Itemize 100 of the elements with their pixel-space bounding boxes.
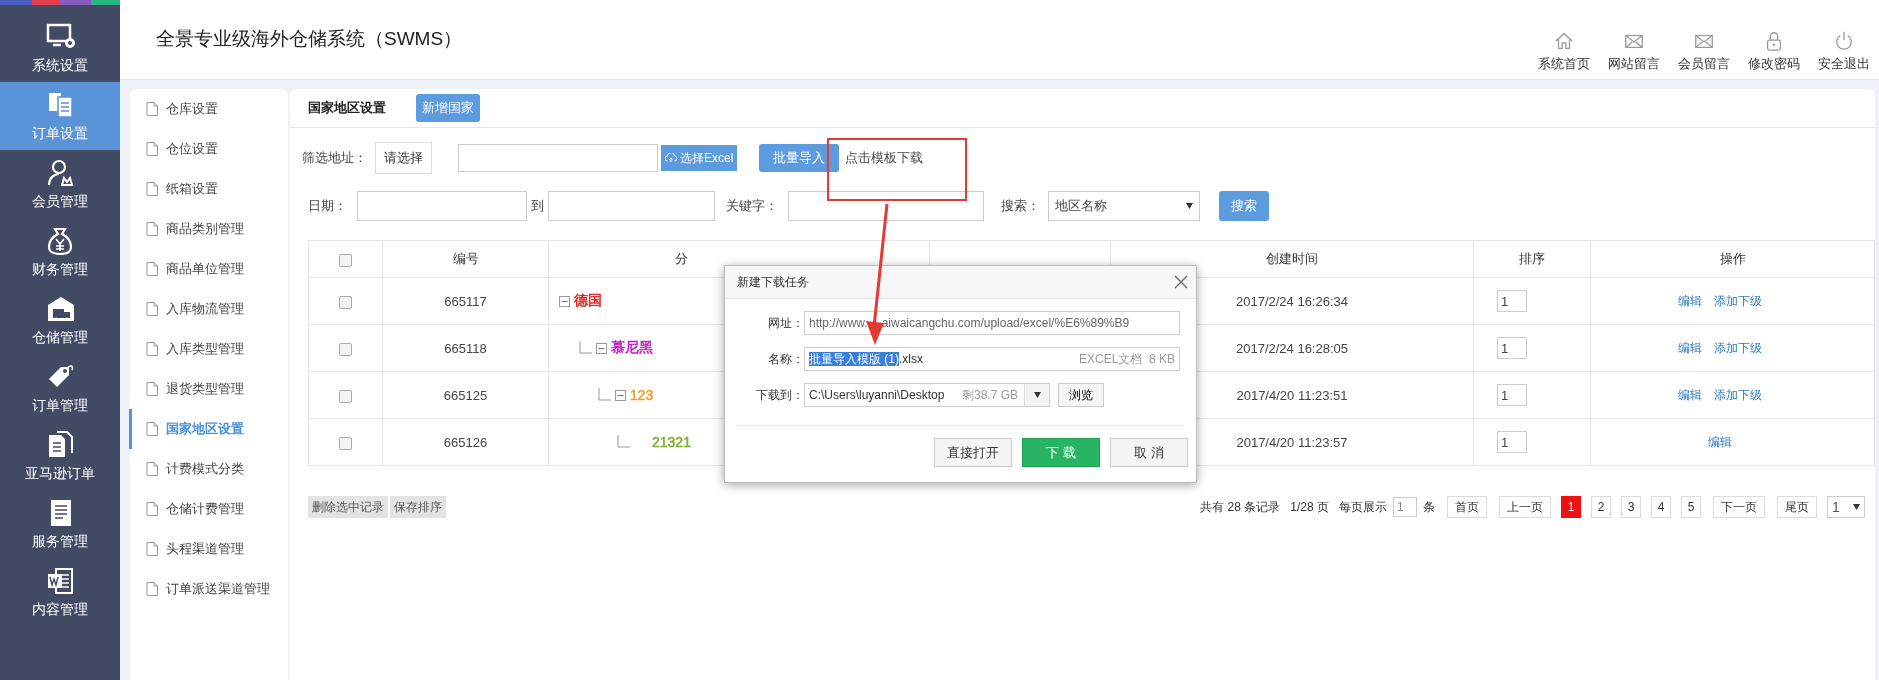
nav-item[interactable]: 订单管理 bbox=[0, 354, 120, 422]
sidebar-item[interactable]: 仓库设置 bbox=[129, 89, 288, 129]
sidebar-item[interactable]: 商品单位管理 bbox=[129, 249, 288, 289]
header-link[interactable]: 网站留言 bbox=[1603, 30, 1665, 73]
app-title: 全景专业级海外仓储系统（SWMS） bbox=[156, 27, 463, 51]
dropdown-button[interactable] bbox=[1024, 384, 1049, 406]
nav-item[interactable]: 会员管理 bbox=[0, 150, 120, 218]
browse-button[interactable]: 浏览 bbox=[1058, 383, 1104, 407]
column-header: 分 bbox=[675, 251, 688, 266]
field-label: 到 bbox=[531, 197, 544, 215]
sort-field[interactable]: 1 bbox=[1497, 384, 1527, 406]
field-label: 条 bbox=[1423, 498, 1435, 516]
action-link[interactable]: 添加下级 bbox=[1713, 339, 1762, 357]
page-icon bbox=[146, 422, 158, 436]
region-name: 慕尼黑 bbox=[611, 339, 653, 357]
action-link[interactable]: 编辑 bbox=[1677, 386, 1702, 404]
file-info: EXCEL文档 8 KB bbox=[1078, 350, 1175, 368]
sidebar-item[interactable]: 仓储计费管理 bbox=[129, 489, 288, 529]
first-page-button[interactable]: 首页 bbox=[1447, 496, 1487, 518]
nav-item[interactable]: 系统设置 bbox=[0, 14, 120, 82]
page-select[interactable]: 1 bbox=[1827, 496, 1865, 518]
action-link[interactable]: 编辑 bbox=[1677, 292, 1702, 310]
date-field[interactable] bbox=[357, 191, 527, 221]
template-download-link[interactable]: 点击模板下载 bbox=[845, 149, 924, 167]
header-link[interactable]: 安全退出 bbox=[1813, 30, 1875, 73]
sort-field[interactable]: 1 bbox=[1497, 337, 1527, 359]
tree-connector bbox=[597, 388, 611, 402]
power-icon bbox=[1833, 30, 1855, 52]
nav-item[interactable]: 财务管理 bbox=[0, 218, 120, 286]
dialog-title: 新建下载任务 bbox=[737, 273, 809, 291]
page-icon bbox=[146, 502, 158, 516]
tree-connector bbox=[578, 341, 592, 355]
collapse-icon[interactable] bbox=[596, 342, 607, 354]
action-link[interactable]: 编辑 bbox=[1707, 433, 1732, 451]
collapse-icon[interactable] bbox=[615, 389, 626, 401]
header-link[interactable]: 修改密码 bbox=[1743, 30, 1805, 73]
date-field[interactable] bbox=[548, 191, 715, 221]
destination-path: C:\Users\luyanni\Desktop bbox=[809, 388, 946, 402]
nav-item[interactable]: 仓储管理 bbox=[0, 286, 120, 354]
name-field[interactable]: 批量导入模版 (1).xlsx EXCEL文档 8 KB bbox=[804, 347, 1180, 371]
sort-field[interactable]: 1 bbox=[1497, 290, 1527, 312]
page-icon bbox=[146, 302, 158, 316]
search-type-select[interactable]: 地区名称 bbox=[1048, 191, 1200, 221]
row-checkbox[interactable] bbox=[339, 342, 352, 356]
bulk-action-button[interactable]: 删除选中记录 bbox=[308, 496, 388, 518]
sort-field[interactable]: 1 bbox=[1497, 431, 1527, 453]
last-page-button[interactable]: 尾页 bbox=[1777, 496, 1817, 518]
url-field[interactable]: http://www. aiwaicangchu.com/upload/excel/%E6%89%B9 bbox=[804, 311, 1180, 335]
sidebar-item[interactable]: 退货类型管理 bbox=[129, 369, 288, 409]
row-checkbox[interactable] bbox=[339, 389, 352, 403]
close-icon[interactable] bbox=[1174, 275, 1188, 289]
sidebar-item[interactable]: 商品类别管理 bbox=[129, 209, 288, 249]
caret-icon bbox=[1186, 203, 1193, 209]
dialog-button[interactable]: 直接打开 bbox=[934, 438, 1012, 467]
sidebar-item[interactable]: 仓位设置 bbox=[129, 129, 288, 169]
column-header: 创建时间 bbox=[1266, 251, 1318, 266]
action-link[interactable]: 编辑 bbox=[1677, 339, 1702, 357]
sidebar-item[interactable]: 头程渠道管理 bbox=[129, 529, 288, 569]
page-icon bbox=[146, 342, 158, 356]
next-page-button[interactable]: 下一页 bbox=[1713, 496, 1765, 518]
row-checkbox[interactable] bbox=[339, 436, 352, 450]
sidebar-item[interactable]: 计费模式分类 bbox=[129, 449, 288, 489]
page-button[interactable]: 2 bbox=[1591, 496, 1611, 518]
field-label: 日期： bbox=[308, 197, 347, 215]
file-field[interactable] bbox=[458, 144, 658, 172]
field-label: 每页展示 bbox=[1339, 498, 1387, 516]
page-button[interactable]: 4 bbox=[1651, 496, 1671, 518]
action-link[interactable]: 添加下级 bbox=[1713, 292, 1762, 310]
per-page-field[interactable]: 1 bbox=[1393, 497, 1417, 517]
page-button[interactable]: 5 bbox=[1681, 496, 1701, 518]
nav-item[interactable]: 服务管理 bbox=[0, 490, 120, 558]
sidebar-item[interactable]: 订单派送渠道管理 bbox=[129, 569, 288, 609]
sidebar-item[interactable]: 入库物流管理 bbox=[129, 289, 288, 329]
page-icon bbox=[146, 222, 158, 236]
nav-item[interactable]: 亚马逊订单 bbox=[0, 422, 120, 490]
page-icon bbox=[146, 542, 158, 556]
field-label: 名称： bbox=[767, 350, 804, 368]
field-label: 关键字： bbox=[726, 197, 778, 215]
previous-page-button[interactable]: 上一页 bbox=[1499, 496, 1551, 518]
page-button[interactable]: 3 bbox=[1621, 496, 1641, 518]
header-link[interactable]: 系统首页 bbox=[1533, 30, 1595, 73]
nav-item[interactable]: 内容管理 bbox=[0, 558, 120, 626]
select-all-checkbox[interactable] bbox=[339, 253, 352, 267]
page-button[interactable]: 1 bbox=[1561, 496, 1581, 518]
row-checkbox[interactable] bbox=[339, 295, 352, 309]
dialog-button[interactable]: 取 消 bbox=[1110, 438, 1188, 467]
header-link[interactable]: 会员留言 bbox=[1673, 30, 1735, 73]
destination-field[interactable]: C:\Users\luyanni\Desktop 剩38.7 GB bbox=[804, 383, 1050, 407]
select-address-button[interactable]: 请选择 bbox=[375, 142, 432, 174]
field-label: 网址： bbox=[767, 314, 804, 332]
column-header: 编号 bbox=[452, 251, 479, 266]
table-cell: 2017/2/24 16:26:34 bbox=[1235, 293, 1349, 309]
table-cell: 665117 bbox=[444, 293, 487, 309]
action-link[interactable]: 添加下级 bbox=[1713, 386, 1762, 404]
bulk-action-button[interactable]: 保存排序 bbox=[390, 496, 446, 518]
sidebar-item[interactable]: 入库类型管理 bbox=[129, 329, 288, 369]
keyword-field[interactable] bbox=[788, 191, 984, 221]
sidebar-item[interactable]: 纸箱设置 bbox=[129, 169, 288, 209]
region-name: 123 bbox=[630, 387, 654, 403]
collapse-icon[interactable] bbox=[559, 295, 570, 307]
